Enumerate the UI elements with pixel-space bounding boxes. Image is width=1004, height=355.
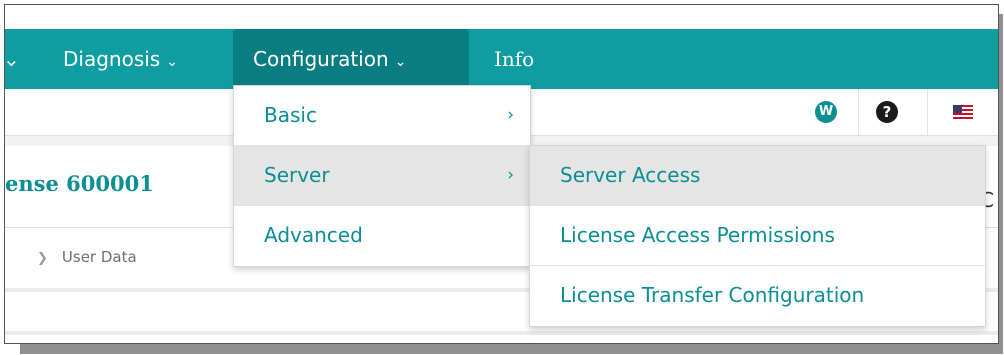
app-window: ⌄ Diagnosis ⌄ Configuration ⌄ Info W ? ens… bbox=[4, 4, 999, 344]
menu-item-server-access[interactable]: Server Access bbox=[530, 146, 985, 206]
us-flag-icon[interactable] bbox=[953, 105, 973, 119]
row-divider bbox=[5, 331, 998, 335]
menu-item-label: License Transfer Configuration bbox=[560, 283, 865, 307]
chevron-right-icon: › bbox=[507, 105, 514, 125]
window-shadow-bottom bbox=[20, 344, 1002, 354]
menu-item-basic[interactable]: Basic › bbox=[234, 86, 530, 146]
chevron-down-icon: ❯ bbox=[37, 251, 48, 266]
chevron-down-icon: ⌄ bbox=[166, 54, 178, 70]
nav-info[interactable]: Info bbox=[494, 29, 534, 89]
menu-item-label: Server bbox=[264, 163, 330, 187]
nav-configuration-label: Configuration bbox=[253, 47, 389, 71]
nav-diagnosis-label: Diagnosis bbox=[63, 47, 161, 71]
help-icon[interactable]: ? bbox=[876, 101, 898, 123]
nav-diagnosis[interactable]: Diagnosis ⌄ bbox=[63, 29, 178, 89]
menu-item-advanced[interactable]: Advanced bbox=[234, 206, 530, 266]
toolbar-divider bbox=[927, 89, 928, 135]
toolbar-divider bbox=[858, 89, 859, 135]
user-data-toggle[interactable]: ❯ User Data bbox=[37, 248, 137, 266]
top-nav-bar: ⌄ Diagnosis ⌄ Configuration ⌄ Info bbox=[5, 29, 998, 89]
chevron-right-icon: › bbox=[507, 165, 514, 185]
menu-item-label: Advanced bbox=[264, 223, 363, 247]
menu-item-server[interactable]: Server › bbox=[234, 146, 530, 206]
chevron-down-icon[interactable]: ⌄ bbox=[5, 29, 20, 89]
server-submenu: Server Access License Access Permissions… bbox=[529, 145, 986, 327]
nav-configuration[interactable]: Configuration ⌄ bbox=[233, 29, 469, 89]
menu-item-label: License Access Permissions bbox=[560, 223, 835, 247]
user-data-label: User Data bbox=[61, 248, 137, 266]
chevron-down-icon: ⌄ bbox=[394, 54, 407, 70]
menu-item-license-access-permissions[interactable]: License Access Permissions bbox=[530, 206, 985, 266]
license-title: ense 600001 bbox=[5, 171, 154, 196]
wizard-icon[interactable]: W bbox=[815, 101, 837, 123]
menu-item-license-transfer-configuration[interactable]: License Transfer Configuration bbox=[530, 266, 985, 326]
menu-item-label: Server Access bbox=[560, 163, 701, 187]
menu-item-label: Basic bbox=[264, 103, 317, 127]
configuration-dropdown: Basic › Server › Advanced bbox=[233, 85, 531, 267]
